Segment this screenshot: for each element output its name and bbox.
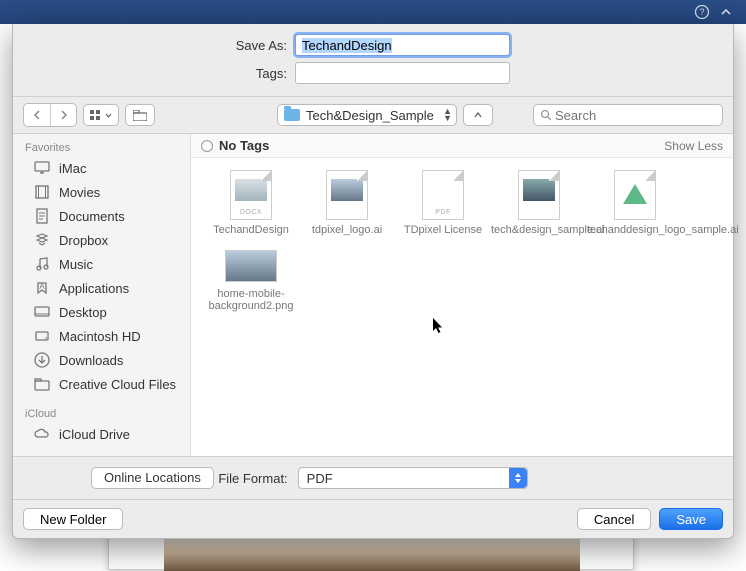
sidebar-item-movies[interactable]: Movies: [13, 180, 190, 204]
location-toolbar: Tech&Design_Sample ▲▼: [13, 96, 733, 134]
tag-circle-icon[interactable]: [201, 140, 213, 152]
file-item[interactable]: home-mobile-background2.png: [203, 250, 299, 312]
sidebar-item-icloud-drive[interactable]: iCloud Drive: [13, 422, 190, 446]
tags-label: Tags:: [25, 66, 295, 81]
group-button[interactable]: [125, 104, 155, 126]
sidebar-section-head: iCloud: [13, 404, 190, 422]
sidebar-section-head: Favorites: [13, 138, 190, 156]
tags-input[interactable]: [295, 62, 510, 84]
sidebar-item-creative-cloud-files[interactable]: Creative Cloud Files: [13, 372, 190, 396]
sidebar-item-label: iCloud Drive: [59, 427, 130, 442]
file-item[interactable]: tech&design_sample.ai: [491, 170, 587, 236]
nav-forward-button[interactable]: [50, 104, 76, 126]
sidebar-item-label: iMac: [59, 161, 86, 176]
file-item[interactable]: tdpixel_logo.ai: [299, 170, 395, 236]
search-icon: [540, 109, 551, 121]
sidebar-item-label: Downloads: [59, 353, 123, 368]
sidebar-item-label: Macintosh HD: [59, 329, 141, 344]
save-as-input[interactable]: [295, 34, 510, 56]
new-folder-button[interactable]: New Folder: [23, 508, 123, 530]
show-less-link[interactable]: Show Less: [664, 139, 723, 153]
file-name: tdpixel_logo.ai: [299, 224, 395, 236]
file-grid: DOCXTechandDesigntdpixel_logo.aiPDFTDpix…: [191, 158, 733, 456]
chevron-up-icon[interactable]: [720, 6, 732, 18]
sidebar-item-label: Creative Cloud Files: [59, 377, 176, 392]
save-dialog: Save As: Tags: Tech&Design_Sample ▲▼: [12, 24, 734, 539]
no-tags-label: No Tags: [219, 138, 269, 153]
sidebar-item-macintosh-hd[interactable]: Macintosh HD: [13, 324, 190, 348]
nav-back-button[interactable]: [24, 104, 50, 126]
file-item[interactable]: DOCXTechandDesign: [203, 170, 299, 236]
search-field[interactable]: [533, 104, 723, 126]
folder-icon: [284, 109, 300, 121]
sidebar-item-label: Music: [59, 257, 93, 272]
app-title-bar: ?: [0, 0, 746, 24]
view-mode-button[interactable]: [83, 104, 119, 126]
sidebar-item-documents[interactable]: Documents: [13, 204, 190, 228]
file-format-value: PDF: [307, 471, 333, 486]
collapse-button[interactable]: [463, 104, 493, 126]
file-format-select[interactable]: PDF: [298, 467, 528, 489]
save-button[interactable]: Save: [659, 508, 723, 530]
online-locations-button[interactable]: Online Locations: [91, 467, 214, 489]
sidebar-item-downloads[interactable]: Downloads: [13, 348, 190, 372]
path-dropdown[interactable]: Tech&Design_Sample ▲▼: [277, 104, 457, 126]
file-format-label: File Format:: [218, 471, 287, 486]
sidebar-item-label: Applications: [59, 281, 129, 296]
sidebar-item-imac[interactable]: iMac: [13, 156, 190, 180]
stepper-icon: [509, 468, 527, 488]
svg-text:?: ?: [699, 7, 704, 17]
sidebar-item-label: Dropbox: [59, 233, 108, 248]
sidebar-item-desktop[interactable]: Desktop: [13, 300, 190, 324]
file-name: techanddesign_logo_sample.ai: [587, 224, 683, 236]
path-folder-name: Tech&Design_Sample: [306, 108, 434, 123]
sidebar-item-dropbox[interactable]: Dropbox: [13, 228, 190, 252]
file-name: TDpixel License: [395, 224, 491, 236]
file-item[interactable]: PDFTDpixel License: [395, 170, 491, 236]
help-icon[interactable]: ?: [694, 4, 710, 20]
file-item[interactable]: techanddesign_logo_sample.ai: [587, 170, 683, 236]
cursor-icon: [433, 318, 445, 334]
save-as-label: Save As:: [25, 38, 295, 53]
sidebar-item-label: Desktop: [59, 305, 107, 320]
search-input[interactable]: [555, 108, 716, 123]
sidebar-item-applications[interactable]: A Applications: [13, 276, 190, 300]
file-name: tech&design_sample.ai: [491, 224, 587, 236]
sidebar: Favorites iMac Movies Documents Dropbox Music…: [13, 134, 191, 456]
sidebar-item-music[interactable]: Music: [13, 252, 190, 276]
sidebar-item-label: Movies: [59, 185, 100, 200]
svg-text:A: A: [39, 282, 45, 291]
sidebar-item-label: Documents: [59, 209, 125, 224]
cancel-button[interactable]: Cancel: [577, 508, 651, 530]
file-name: home-mobile-background2.png: [203, 288, 299, 312]
file-name: TechandDesign: [203, 224, 299, 236]
